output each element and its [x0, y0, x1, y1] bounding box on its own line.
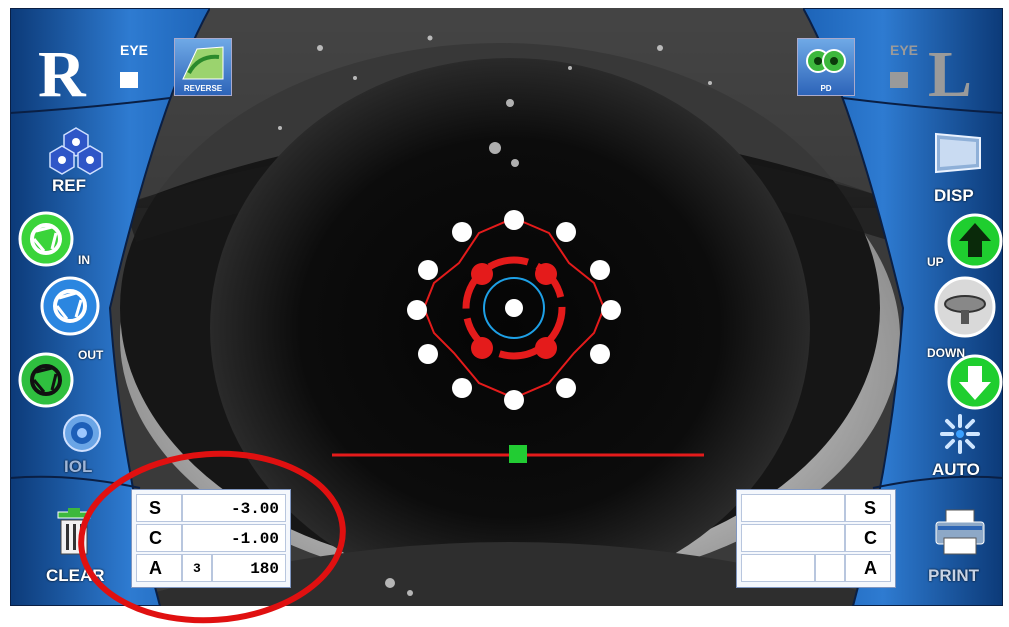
clear-button[interactable]: CLEAR [44, 508, 124, 598]
print-button[interactable]: PRINT [922, 508, 1002, 600]
disp-label: DISP [934, 186, 974, 205]
iol-icon [63, 414, 101, 452]
result-row-label-cell: C [136, 524, 182, 552]
aperture-out-icon [18, 352, 74, 408]
axis-index-cell [815, 554, 845, 582]
clear-label: CLEAR [46, 566, 105, 585]
axis-value-cell: 180 [212, 554, 286, 582]
print-label: PRINT [928, 566, 979, 585]
left-eye-box-icon [890, 72, 908, 88]
sphere-value-cell: -3.00 [182, 494, 286, 522]
printer-icon [935, 509, 985, 555]
cylinder-value: -1.00 [230, 530, 279, 548]
ref-label: REF [52, 176, 86, 195]
up-label: UP [927, 255, 944, 269]
aperture-icon [40, 276, 100, 336]
sphere-label: S [864, 498, 877, 518]
right-eye-results-table: S -3.00 C -1.00 A 3 180 [131, 489, 291, 588]
focus-marker [509, 445, 527, 463]
result-row-label-cell: A [136, 554, 182, 582]
chinrest-icon [934, 276, 996, 338]
auto-icon [940, 414, 980, 454]
iol-button[interactable]: IOL [56, 413, 116, 483]
out-label: OUT [78, 348, 104, 362]
axis-value: 180 [250, 560, 279, 578]
result-row-label-cell: C [845, 524, 891, 552]
chinrest-button[interactable] [930, 276, 1003, 342]
left-eye-label: EYE [890, 42, 919, 58]
right-eye-letter: R [38, 38, 86, 111]
arrow-up-icon [947, 213, 1003, 269]
trash-icon [57, 508, 91, 555]
sphere-label: S [149, 498, 162, 518]
right-eye-box-icon [120, 72, 138, 88]
auto-label: AUTO [932, 460, 980, 479]
in-label: IN [78, 253, 90, 267]
arrow-down-icon [947, 354, 1003, 410]
left-eye-results-table: S C A [736, 489, 896, 588]
sphere-value-cell [741, 494, 845, 522]
center-dot [505, 299, 523, 317]
auto-button[interactable]: AUTO [926, 412, 996, 486]
cylinder-label: C [864, 528, 877, 548]
refractometer-screen: R EYE REVERSE PD EYE L REF IN OUT IOL CL… [10, 8, 1003, 606]
iol-label: IOL [64, 457, 93, 476]
pd-button[interactable]: PD [797, 38, 855, 96]
out-button[interactable]: OUT [18, 348, 118, 408]
down-button[interactable]: DOWN [915, 344, 1003, 410]
ref-button[interactable]: REF [42, 126, 112, 206]
left-eye-letter: L [928, 38, 973, 111]
cylinder-value-cell [741, 524, 845, 552]
cylinder-label: C [149, 528, 162, 548]
right-eye-label: EYE [120, 42, 149, 58]
pd-icon [806, 49, 846, 73]
result-row-label-cell: A [845, 554, 891, 582]
reverse-label: REVERSE [183, 84, 223, 93]
up-button[interactable]: UP [915, 213, 1003, 273]
axis-index: 3 [193, 561, 201, 576]
pd-label: PD [820, 84, 832, 93]
cylinder-value-cell: -1.00 [182, 524, 286, 552]
axis-label: A [149, 558, 162, 578]
axis-label: A [864, 558, 877, 578]
reverse-icon [182, 46, 224, 80]
axis-value-cell [741, 554, 815, 582]
in-button[interactable]: IN [18, 211, 98, 271]
ref-icon [49, 127, 103, 175]
aperture-center-button[interactable] [40, 276, 130, 342]
result-row-label-cell: S [845, 494, 891, 522]
result-row-label-cell: S [136, 494, 182, 522]
aperture-in-icon [18, 211, 74, 267]
sphere-value: -3.00 [230, 500, 279, 518]
reverse-button[interactable]: REVERSE [174, 38, 232, 96]
axis-index-cell: 3 [182, 554, 212, 582]
display-icon [935, 132, 981, 174]
disp-button[interactable]: DISP [926, 128, 996, 208]
